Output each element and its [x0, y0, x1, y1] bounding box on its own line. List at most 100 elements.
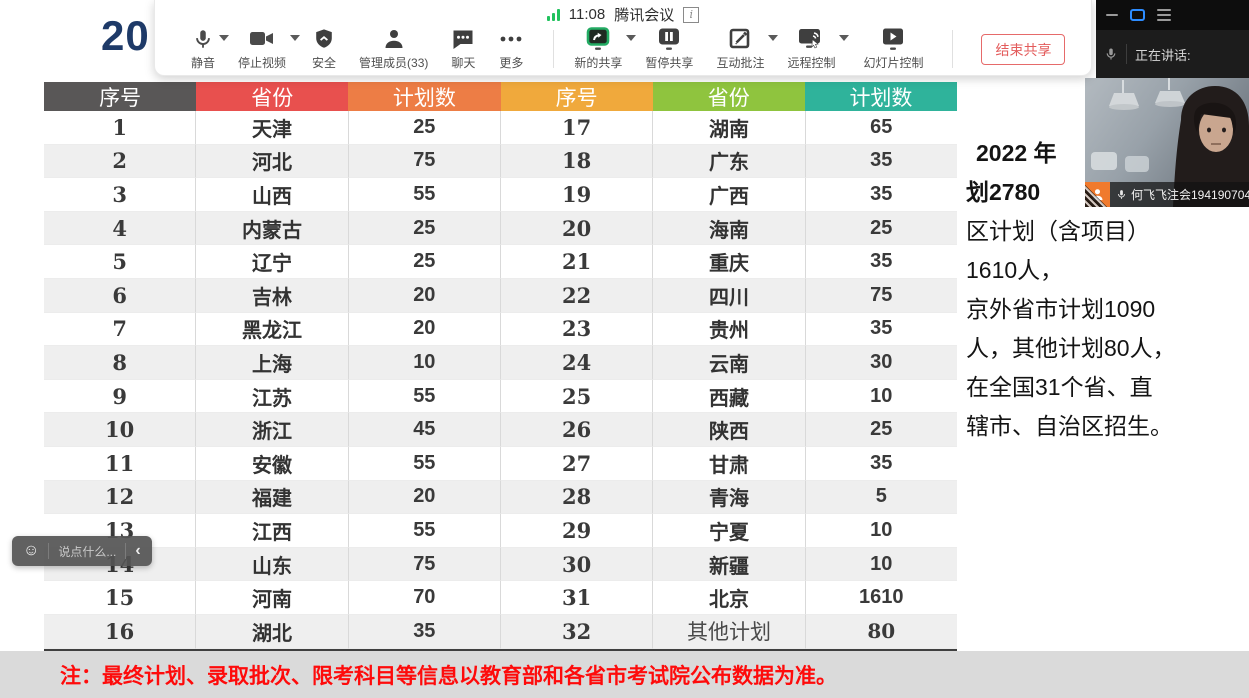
mute-button[interactable]: 静音 — [191, 26, 215, 71]
table-row: 7黑龙江2023贵州35 — [44, 313, 957, 347]
table-cell: 10 — [349, 346, 501, 380]
table-cell: 河北 — [196, 145, 348, 179]
table-cell: 21 — [501, 245, 653, 279]
table-cell: 宁夏 — [653, 514, 805, 548]
info-icon[interactable]: i — [683, 7, 699, 23]
table-cell: 75 — [349, 145, 501, 179]
chevron-down-icon[interactable] — [290, 35, 300, 41]
column-header: 序号 — [501, 82, 653, 111]
table-cell: 20 — [349, 313, 501, 347]
table-cell: 辽宁 — [196, 245, 348, 279]
table-cell: 55 — [349, 514, 501, 548]
meeting-toolbar: 11:08 腾讯会议 i 静音 停止视频 — [154, 0, 1092, 76]
table-cell: 其他计划 — [653, 615, 805, 649]
side-text-line: 辖市、自治区招生。 — [966, 407, 1249, 446]
pause-share-button[interactable]: 暂停共享 — [645, 26, 693, 71]
toolbar-divider — [952, 30, 953, 68]
table-cell: 甘肃 — [653, 447, 805, 481]
table-cell: 广西 — [653, 178, 805, 212]
table-cell: 2 — [44, 145, 196, 179]
table-cell: 25 — [501, 380, 653, 414]
layout-view-icon[interactable] — [1130, 9, 1145, 21]
chevron-down-icon[interactable] — [768, 35, 778, 41]
table-cell: 海南 — [653, 212, 805, 246]
table-cell: 10 — [44, 413, 196, 447]
table-cell: 重庆 — [653, 245, 805, 279]
table-cell: 23 — [501, 313, 653, 347]
table-cell: 4 — [44, 212, 196, 246]
side-text-line: 京外省市计划1090 — [966, 290, 1249, 329]
table-cell: 8 — [44, 346, 196, 380]
table-cell: 10 — [806, 514, 957, 548]
table-cell: 30 — [501, 548, 653, 582]
table-row: 2河北7518广东35 — [44, 145, 957, 179]
footnote: 注：最终计划、录取批次、限考科目等信息以教育部和各省市考试院公布数据为准。 — [60, 660, 837, 690]
table-row: 15河南7031北京1610 — [44, 581, 957, 615]
new-share-icon — [585, 26, 611, 52]
table-cell: 75 — [349, 548, 501, 582]
table-cell: 湖南 — [653, 111, 805, 145]
table-row: 10浙江4526陕西25 — [44, 413, 957, 447]
chat-quick-bubble[interactable]: ☺ 说点什么... ‹ — [12, 536, 152, 566]
chevron-down-icon[interactable] — [626, 35, 636, 41]
stop-video-button[interactable]: 停止视频 — [238, 26, 286, 71]
divider — [125, 543, 126, 559]
table-cell: 20 — [349, 481, 501, 515]
column-header: 省份 — [196, 82, 348, 111]
more-button[interactable]: 更多 — [498, 26, 524, 71]
new-share-button[interactable]: 新的共享 — [574, 26, 622, 71]
table-cell: 35 — [806, 447, 957, 481]
table-cell: 7 — [44, 313, 196, 347]
toolbar-divider — [553, 30, 554, 68]
table-cell: 32 — [501, 615, 653, 649]
table-cell: 5 — [806, 481, 957, 515]
table-cell: 20 — [501, 212, 653, 246]
table-cell: 25 — [806, 413, 957, 447]
table-row: 4内蒙古2520海南25 — [44, 212, 957, 246]
smiley-icon[interactable]: ☺ — [23, 543, 39, 559]
table-cell: 30 — [806, 346, 957, 380]
table-cell: 35 — [806, 313, 957, 347]
table-cell: 26 — [501, 413, 653, 447]
slides-control-button[interactable]: 幻灯片控制 — [863, 26, 923, 71]
table-cell: 新疆 — [653, 548, 805, 582]
table-cell: 19 — [501, 178, 653, 212]
more-icon — [498, 26, 524, 52]
table-cell: 上海 — [196, 346, 348, 380]
annotate-button[interactable]: 互动批注 — [716, 26, 764, 71]
table-cell: 四川 — [653, 279, 805, 313]
participant-video[interactable]: 何飞飞注会194190704012 — [1085, 78, 1249, 207]
side-text-line: 区计划（含项目） — [966, 212, 1249, 251]
table-row: 3山西5519广西35 — [44, 178, 957, 212]
table-cell: 吉林 — [196, 279, 348, 313]
table-cell: 25 — [349, 245, 501, 279]
participant-namebar: 何飞飞注会194190704012 — [1085, 182, 1249, 207]
manage-members-button[interactable]: 管理成员(33) — [359, 26, 428, 71]
table-cell: 28 — [501, 481, 653, 515]
toolbar-buttons: 静音 停止视频 安全 管理成员(33) — [155, 26, 1091, 71]
table-cell: 江西 — [196, 514, 348, 548]
remote-control-button[interactable]: 远程控制 — [787, 26, 835, 71]
table-row: 9江苏5525西藏10 — [44, 380, 957, 414]
table-cell: 陕西 — [653, 413, 805, 447]
table-cell: 内蒙古 — [196, 212, 348, 246]
menu-icon[interactable] — [1157, 9, 1171, 22]
table-row: 16湖北3532其他计划80 — [44, 615, 957, 649]
chat-input-placeholder[interactable]: 说点什么... — [58, 543, 116, 560]
table-cell: 35 — [349, 615, 501, 649]
minimize-icon[interactable] — [1106, 14, 1118, 17]
column-header: 计划数 — [348, 82, 500, 111]
table-cell: 河南 — [196, 581, 348, 615]
camera-icon — [249, 26, 275, 52]
security-button[interactable]: 安全 — [312, 26, 336, 71]
chevron-down-icon[interactable] — [839, 35, 849, 41]
table-cell: 9 — [44, 380, 196, 414]
screen: 20 序号省份计划数序号省份计划数1天津2517湖南652河北7518广东353… — [0, 0, 1249, 698]
chat-button[interactable]: 聊天 — [451, 26, 475, 71]
chevron-left-icon[interactable]: ‹ — [135, 543, 140, 559]
table-cell: 55 — [349, 380, 501, 414]
table-cell: 31 — [501, 581, 653, 615]
end-share-button[interactable]: 结束共享 — [981, 34, 1065, 65]
chevron-down-icon[interactable] — [219, 35, 229, 41]
table-cell: 35 — [806, 145, 957, 179]
